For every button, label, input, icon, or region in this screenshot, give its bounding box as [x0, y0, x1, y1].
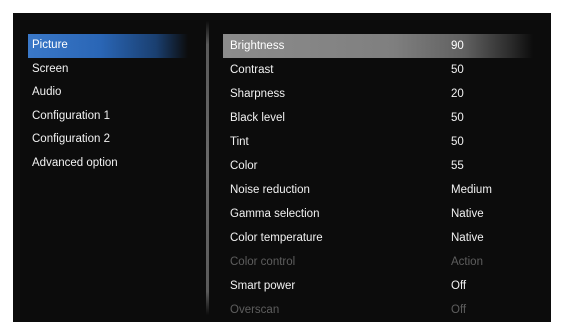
setting-label: Brightness — [230, 40, 285, 52]
setting-row-smart-power[interactable]: Smart power Off — [223, 274, 533, 298]
setting-value: Action — [451, 256, 483, 268]
setting-value: 20 — [451, 88, 464, 100]
category-menu: Picture Screen Audio Configuration 1 Con… — [28, 34, 188, 175]
setting-label: Smart power — [230, 280, 296, 292]
setting-row-overscan: Overscan Off — [223, 298, 533, 322]
osd-menu-panel: Picture Screen Audio Configuration 1 Con… — [13, 13, 551, 322]
picture-settings-list: Brightness 90 Contrast 50 Sharpness 20 B… — [223, 34, 533, 322]
setting-label: Noise reduction — [230, 184, 310, 196]
setting-label: Color — [230, 160, 258, 172]
setting-label: Color control — [230, 256, 296, 268]
setting-label: Contrast — [230, 64, 274, 76]
menu-item-audio[interactable]: Audio — [28, 81, 188, 105]
setting-value: 90 — [451, 40, 464, 52]
setting-value: 50 — [451, 112, 464, 124]
setting-value: 55 — [451, 160, 464, 172]
setting-row-tint[interactable]: Tint 50 — [223, 130, 533, 154]
setting-row-color[interactable]: Color 55 — [223, 154, 533, 178]
setting-row-color-temperature[interactable]: Color temperature Native — [223, 226, 533, 250]
setting-label: Sharpness — [230, 88, 285, 100]
menu-item-configuration-2[interactable]: Configuration 2 — [28, 128, 188, 152]
setting-value: Off — [451, 304, 467, 316]
menu-item-picture[interactable]: Picture — [28, 34, 188, 58]
setting-row-gamma-selection[interactable]: Gamma selection Native — [223, 202, 533, 226]
menu-divider — [206, 21, 209, 315]
setting-row-black-level[interactable]: Black level 50 — [223, 106, 533, 130]
setting-row-sharpness[interactable]: Sharpness 20 — [223, 82, 533, 106]
setting-row-brightness[interactable]: Brightness 90 — [223, 34, 533, 58]
menu-item-configuration-1[interactable]: Configuration 1 — [28, 105, 188, 129]
setting-label: Tint — [230, 136, 249, 148]
setting-value: Off — [451, 280, 467, 292]
menu-item-screen[interactable]: Screen — [28, 58, 188, 82]
setting-label: Black level — [230, 112, 285, 124]
setting-row-noise-reduction[interactable]: Noise reduction Medium — [223, 178, 533, 202]
setting-value: Native — [451, 232, 484, 244]
screen: Picture Screen Audio Configuration 1 Con… — [0, 0, 564, 335]
setting-label: Color temperature — [230, 232, 323, 244]
setting-row-contrast[interactable]: Contrast 50 — [223, 58, 533, 82]
setting-value: 50 — [451, 64, 464, 76]
setting-value: Native — [451, 208, 484, 220]
setting-row-color-control: Color control Action — [223, 250, 533, 274]
setting-label: Gamma selection — [230, 208, 320, 220]
menu-item-advanced-option[interactable]: Advanced option — [28, 152, 188, 176]
setting-value: 50 — [451, 136, 464, 148]
setting-value: Medium — [451, 184, 492, 196]
setting-label: Overscan — [230, 304, 280, 316]
